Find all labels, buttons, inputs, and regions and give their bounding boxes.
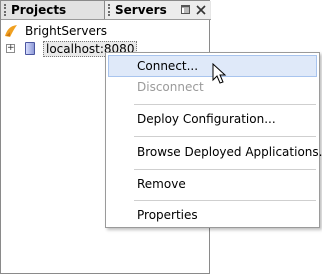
tree-root-label: BrightServers [25,24,108,38]
drag-grip-icon[interactable] [4,4,8,16]
menu-item-deploy-configuration[interactable]: Deploy Configuration... [108,108,317,130]
mouse-cursor-icon [212,63,227,84]
menu-separator [134,169,316,170]
menu-item-properties[interactable]: Properties [108,204,317,226]
server-icon [25,42,35,55]
menu-separator [134,200,316,201]
tab-servers[interactable]: Servers [105,1,210,19]
menu-separator [134,104,316,105]
folder-icon [4,24,18,43]
tab-servers-label: Servers [115,3,167,17]
tab-projects-label: Projects [11,3,67,17]
drag-grip-icon[interactable] [108,4,112,16]
menu-separator [134,136,316,137]
menu-item-remove[interactable]: Remove [108,173,317,195]
tab-bar: Projects Servers [1,1,211,20]
tab-projects[interactable]: Projects [1,1,105,19]
restore-icon[interactable] [181,1,192,19]
close-icon[interactable] [196,1,206,19]
expander-icon[interactable]: + [6,44,15,53]
menu-item-browse-deployed-applications[interactable]: Browse Deployed Applications... [108,141,322,163]
